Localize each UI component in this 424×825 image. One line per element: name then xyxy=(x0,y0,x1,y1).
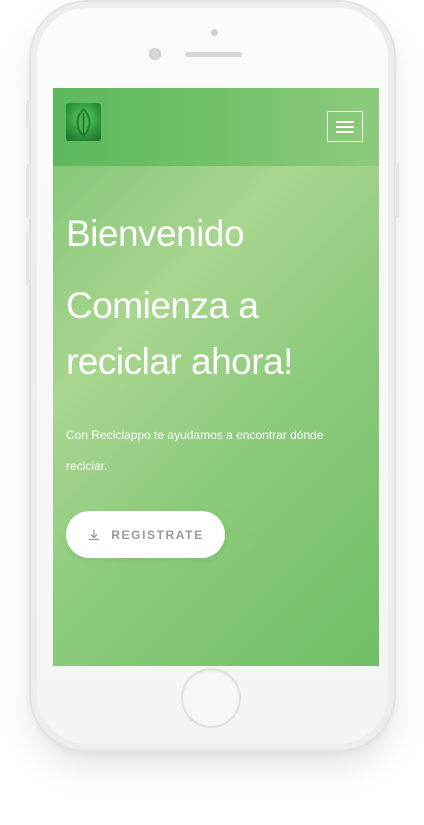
hero-title: Bienvenido xyxy=(66,213,245,254)
register-button-label: REGISTRATE xyxy=(111,527,204,542)
menu-line xyxy=(336,131,354,133)
phone-volume-up xyxy=(26,164,30,218)
hamburger-menu-icon[interactable] xyxy=(327,111,363,142)
earpiece-speaker xyxy=(185,52,242,57)
front-camera xyxy=(149,48,161,60)
home-button[interactable] xyxy=(183,670,239,726)
menu-line xyxy=(336,121,354,123)
phone-volume-down xyxy=(26,232,30,286)
proximity-sensor xyxy=(211,29,218,36)
hero-description: Con Reciclappo te ayudamos a encontrar d… xyxy=(66,428,324,473)
leaf-icon[interactable] xyxy=(66,103,101,141)
phone-power-button xyxy=(395,162,399,218)
hero-subtitle: Comienza a reciclar ahora! xyxy=(66,285,293,382)
mockup-stage: Bienvenido Comienza a reciclar ahora! Co… xyxy=(0,0,424,825)
register-button[interactable]: REGISTRATE xyxy=(66,511,225,558)
navbar xyxy=(53,88,379,166)
phone-screen: Bienvenido Comienza a reciclar ahora! Co… xyxy=(53,88,379,666)
download-icon xyxy=(87,528,101,542)
menu-line xyxy=(336,126,354,128)
phone-side-button xyxy=(26,100,30,128)
